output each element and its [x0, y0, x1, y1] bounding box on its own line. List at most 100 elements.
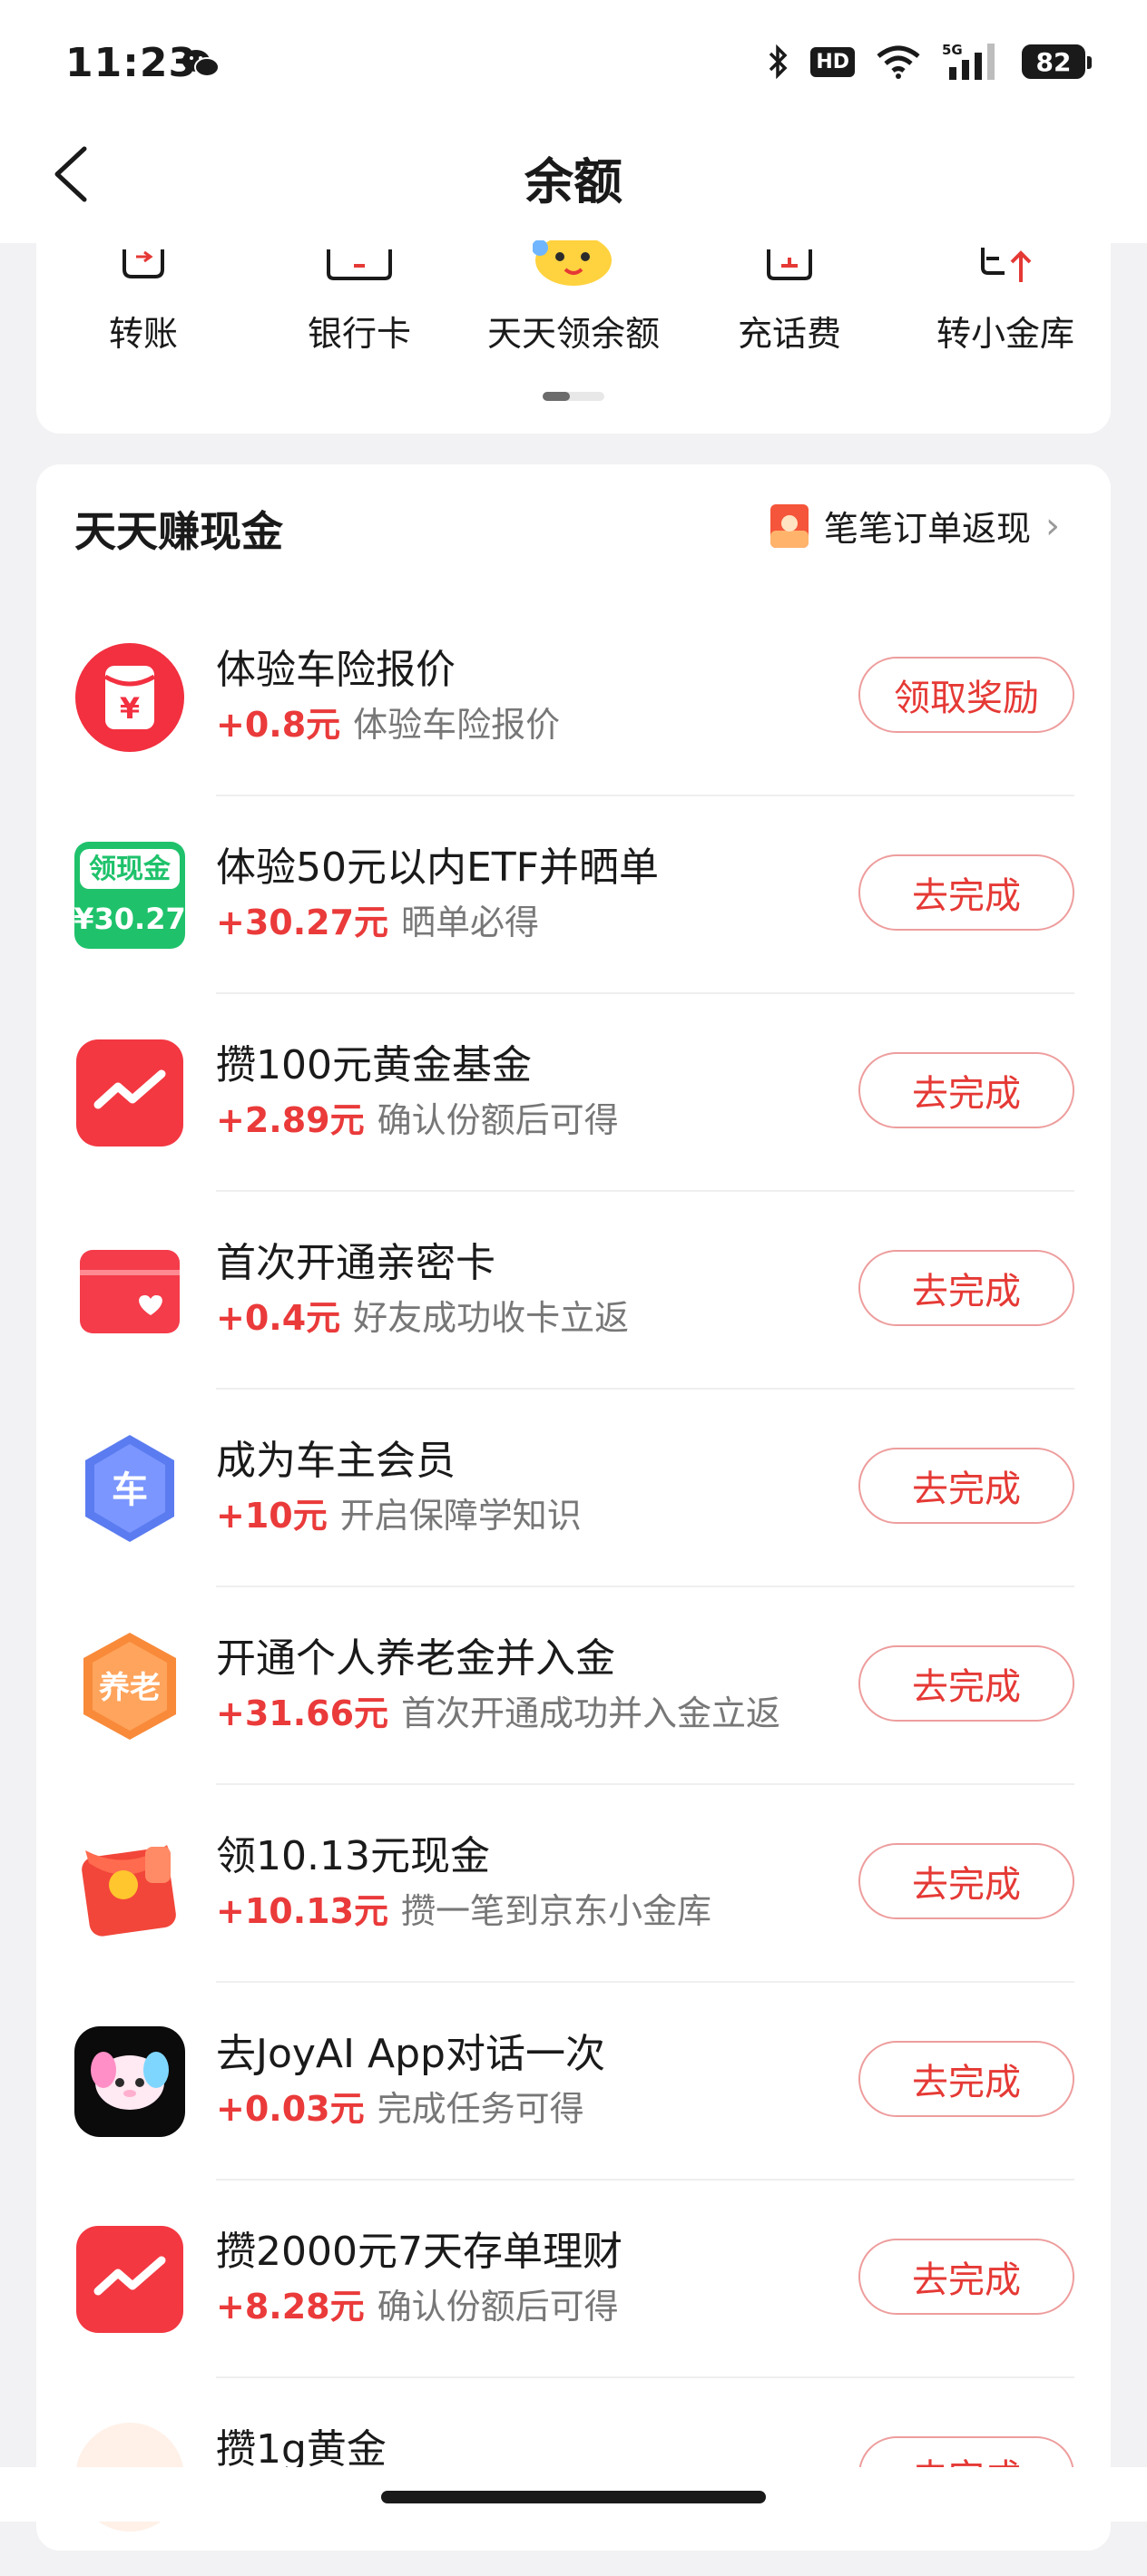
task-row: 养老 开通个人养老金并入金 +31.66元 首次开通成功并入金立返 去完成 [36, 1587, 1111, 1785]
bluetooth-icon [770, 44, 788, 80]
task-row: 去JoyAI App对话一次 +0.03元 完成任务可得 去完成 [36, 1983, 1111, 2181]
task-reward: +30.27元 晒单必得 [216, 894, 539, 944]
task-name: 攒2000元7天存单理财 [216, 2229, 623, 2275]
battery-indicator: 82 [1022, 44, 1092, 79]
task-reward: +31.66元 首次开通成功并入金立返 [216, 1685, 780, 1735]
action-label: 天天领余额 [486, 314, 660, 354]
action-bank-card[interactable]: 银行卡 [269, 240, 450, 356]
page-indicator-active [543, 392, 570, 401]
reward-desc: 晒单必得 [401, 903, 540, 942]
task-row: 首次开通亲密卡 +0.4元 好友成功收卡立返 去完成 [36, 1192, 1111, 1390]
mascot-icon [483, 240, 664, 286]
reward-amount: +10.13元 [216, 1891, 389, 1931]
reward-desc: 确认份额后可得 [377, 1100, 619, 1140]
claim-reward-button[interactable]: 领取奖励 [858, 657, 1074, 733]
reward-amount: +10元 [216, 1496, 328, 1536]
reward-amount: +30.27元 [216, 903, 389, 942]
pension-hexagon-icon: 养老 [83, 1633, 176, 1740]
task-reward: +0.4元 好友成功收卡立返 [216, 1290, 629, 1340]
reward-amount: +8.28元 [216, 2287, 365, 2327]
complete-task-button[interactable]: 去完成 [858, 1645, 1074, 1722]
task-reward: +0.03元 完成任务可得 [216, 2081, 584, 2131]
task-row: 领现金 ¥30.27 体验50元以内ETF并晒单 +30.27元 晒单必得 去完成 [36, 796, 1111, 994]
reward-amount: +2.89元 [216, 1100, 365, 1140]
task-name: 体验50元以内ETF并晒单 [216, 844, 659, 891]
coupon-label: 领现金 [89, 854, 172, 885]
bank-card-icon [269, 240, 450, 286]
trend-chart-icon [76, 2226, 183, 2333]
complete-task-button[interactable]: 去完成 [858, 1250, 1074, 1326]
task-reward: +10.13元 攒一笔到京东小金库 [216, 1883, 711, 1933]
task-name: 去JoyAI App对话一次 [216, 2031, 605, 2077]
action-label: 转小金库 [936, 314, 1074, 354]
status-bar: 11:23 HD 5G 82 [0, 0, 1147, 136]
order-link-label: 笔笔订单返现 [823, 509, 1031, 549]
pension-label: 养老 [99, 1670, 161, 1706]
wechat-icon [182, 50, 220, 77]
action-transfer[interactable]: 转账 [53, 240, 234, 356]
task-reward: +8.28元 确认份额后可得 [216, 2278, 619, 2328]
reward-desc: 开启保障学知识 [339, 1496, 582, 1536]
task-reward: +10元 开启保障学知识 [216, 1488, 582, 1537]
complete-task-button[interactable]: 去完成 [858, 1843, 1074, 1919]
reward-desc: 确认份额后可得 [377, 2287, 619, 2327]
reward-desc: 攒一笔到京东小金库 [401, 1891, 712, 1931]
signal-5g-icon: 5G [942, 42, 995, 80]
action-label: 转账 [108, 314, 178, 354]
task-name: 开通个人养老金并入金 [216, 1635, 615, 1682]
task-name: 成为车主会员 [216, 1438, 456, 1484]
reward-desc: 好友成功收卡立返 [353, 1298, 630, 1338]
complete-task-button[interactable]: 去完成 [858, 2239, 1074, 2315]
task-reward: +2.89元 确认份额后可得 [216, 1092, 619, 1142]
reward-desc: 首次开通成功并入金立返 [401, 1693, 781, 1733]
heart-card-icon [80, 1250, 180, 1333]
task-reward: +0.8元 体验车险报价 [216, 697, 560, 746]
hd-badge: HD [810, 46, 855, 77]
car-shield-icon: 车 [85, 1435, 174, 1542]
action-label: 充话费 [737, 314, 841, 354]
task-row: 攒2000元7天存单理财 +8.28元 确认份额后可得 去完成 [36, 2181, 1111, 2378]
cashback-icon [770, 503, 809, 548]
transfer-icon [53, 240, 234, 286]
task-row: 领10.13元现金 +10.13元 攒一笔到京东小金库 去完成 [36, 1785, 1111, 1983]
reward-desc: 体验车险报价 [353, 705, 561, 745]
reward-amount: +0.03元 [216, 2089, 365, 2129]
red-packet-icon [82, 1845, 176, 1937]
task-name: 领10.13元现金 [216, 1833, 490, 1879]
chevron-right-icon: › [1045, 504, 1060, 547]
complete-task-button[interactable]: 去完成 [858, 854, 1074, 931]
task-name: 攒100元黄金基金 [216, 1042, 532, 1088]
action-daily-balance[interactable]: 天天领余额 [483, 240, 664, 356]
page-title: 余额 [524, 153, 623, 210]
coupon-value: ¥30.27 [74, 902, 185, 936]
action-phone-topup[interactable]: 充话费 [699, 240, 880, 356]
trend-chart-icon [76, 1039, 183, 1147]
task-name: 体验车险报价 [216, 647, 456, 693]
svg-text:¥: ¥ [120, 691, 140, 726]
svg-text:5G: 5G [942, 42, 963, 58]
task-name: 攒1g黄金 [216, 2426, 387, 2473]
cash-coupon-icon: 领现金 ¥30.27 [74, 842, 186, 949]
joyai-app-icon [74, 2026, 185, 2137]
reward-amount: +0.4元 [216, 1298, 341, 1338]
complete-task-button[interactable]: 去完成 [858, 1052, 1074, 1128]
page-indicator [543, 392, 604, 401]
task-row: 车 成为车主会员 +10元 开启保障学知识 去完成 [36, 1390, 1111, 1587]
phone-topup-icon [699, 240, 880, 286]
wifi-icon [877, 45, 920, 79]
clock: 11:23 [65, 40, 198, 86]
order-cashback-link[interactable]: 笔笔订单返现 › [770, 501, 1060, 551]
action-vault-transfer[interactable]: 转小金库 [915, 240, 1096, 356]
reward-amount: +31.66元 [216, 1693, 389, 1733]
vault-transfer-icon [915, 240, 1096, 286]
reward-desc: 完成任务可得 [377, 2089, 584, 2129]
section-title: 天天赚现金 [74, 507, 283, 556]
home-indicator[interactable] [381, 2491, 766, 2503]
action-label: 银行卡 [307, 314, 411, 354]
red-envelope-yuan-icon: ¥ [75, 643, 184, 752]
complete-task-button[interactable]: 去完成 [858, 1448, 1074, 1524]
task-row: ¥ 体验车险报价 +0.8元 体验车险报价 领取奖励 [36, 599, 1111, 796]
complete-task-button[interactable]: 去完成 [858, 2041, 1074, 2117]
task-row: 攒100元黄金基金 +2.89元 确认份额后可得 去完成 [36, 994, 1111, 1192]
reward-amount: +0.8元 [216, 705, 341, 745]
